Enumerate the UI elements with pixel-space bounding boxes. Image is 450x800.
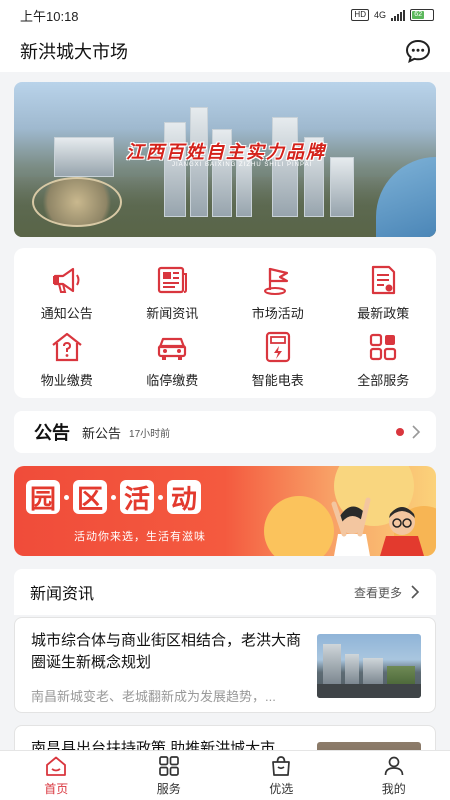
activity-title-char: 区	[73, 480, 107, 514]
news-thumbnail	[317, 634, 421, 698]
banner-tower	[330, 157, 354, 217]
service-notices[interactable]: 通知公告	[14, 258, 120, 325]
tab-label: 优选	[269, 782, 294, 796]
unread-dot	[396, 428, 404, 436]
service-activities[interactable]: 市场活动	[225, 258, 331, 325]
hd-icon: HD	[351, 9, 369, 21]
activity-title-char: 园	[26, 480, 60, 514]
news-section-title: 新闻资讯	[30, 586, 95, 603]
service-label: 物业缴费	[40, 372, 93, 388]
view-more-link[interactable]: 查看更多	[354, 584, 402, 601]
user-icon	[384, 756, 404, 776]
service-parking-fee[interactable]: 临停缴费	[120, 325, 226, 392]
title-separator	[64, 494, 69, 500]
activity-subline: 活动你来选，生活有滋味	[74, 531, 206, 543]
banner-plaza	[32, 177, 122, 227]
cheering-people-illustration	[331, 497, 424, 556]
battery-level: 62	[412, 11, 425, 19]
thumb-building	[323, 644, 341, 684]
chevron-right-icon[interactable]	[410, 585, 420, 599]
tab-label: 首页	[44, 782, 69, 796]
activity-banner[interactable]: 园 区 活 动 活动你来选，生活有滋味	[14, 466, 436, 556]
app-header: 新洪城大市场	[0, 30, 450, 72]
newspaper-icon	[158, 266, 188, 293]
status-time: 上午10:18	[20, 8, 79, 24]
news-item-text: 城市综合体与商业街区相结合，老洪大商圈诞生新概念规划 南昌新城变老、老城翻新成为…	[31, 630, 317, 704]
service-label: 通知公告	[40, 305, 93, 321]
grid-icon	[370, 333, 397, 360]
activity-title-char: 动	[167, 480, 201, 514]
thumb-building	[345, 654, 359, 684]
news-summary: 南昌新城变老、老城翻新成为发展趋势，...	[31, 689, 276, 704]
car-icon	[158, 337, 187, 360]
service-label: 临停缴费	[146, 372, 199, 388]
banner-building	[54, 137, 114, 177]
service-news[interactable]: 新闻资讯	[120, 258, 226, 325]
status-icons: HD 4G 62	[351, 9, 434, 21]
notice-tag: 公告	[34, 423, 70, 443]
thumb-building	[363, 658, 383, 684]
thumb-trees	[387, 666, 415, 684]
service-label: 智能电表	[251, 372, 304, 388]
tab-services[interactable]: 服务	[113, 751, 226, 800]
news-section-header: 新闻资讯 查看更多	[14, 569, 436, 615]
service-label: 最新政策	[357, 305, 410, 321]
tab-profile[interactable]: 我的	[338, 751, 450, 800]
thumb-road	[317, 684, 421, 698]
title-separator	[111, 494, 116, 500]
battery-icon: 62	[410, 9, 434, 21]
tab-label: 我的	[381, 782, 406, 796]
activity-title: 园 区 活 动	[26, 480, 201, 514]
service-all[interactable]: 全部服务	[331, 325, 437, 392]
notice-text: 新公告	[82, 425, 122, 441]
status-bar: 上午10:18 HD 4G 62	[0, 0, 450, 30]
service-grid: 通知公告 新闻资讯 市场活动 最新政策 物业缴费 临停缴费 智能电表 全部服务	[14, 248, 436, 398]
title-separator	[158, 494, 163, 500]
shopping-bag-icon	[272, 756, 291, 776]
banner-river	[376, 157, 436, 237]
service-policy[interactable]: 最新政策	[331, 258, 437, 325]
chevron-right-icon[interactable]	[410, 425, 422, 439]
home-icon	[46, 756, 67, 776]
megaphone-icon	[52, 267, 80, 293]
page-title: 新洪城大市场	[20, 42, 128, 62]
service-property-fee[interactable]: 物业缴费	[14, 325, 120, 392]
electric-meter-icon	[265, 331, 290, 362]
document-icon	[372, 265, 396, 294]
chat-bubble-icon[interactable]	[404, 37, 432, 65]
service-smart-meter[interactable]: 智能电表	[225, 325, 331, 392]
house-question-icon	[52, 332, 82, 361]
banner-tower	[164, 122, 186, 217]
signal-icon	[391, 9, 405, 21]
bottom-tab-bar: 首页 服务 优选 我的	[0, 750, 450, 800]
service-label: 市场活动	[251, 305, 304, 321]
flag-icon	[263, 267, 288, 295]
banner-slogan-sub: JIANGXI BAIXING ZIZHU SHILI PINPAI	[172, 162, 313, 168]
service-label: 新闻资讯	[146, 305, 199, 321]
news-headline: 城市综合体与商业街区相结合，老洪大商圈诞生新概念规划	[31, 632, 302, 671]
banner-slogan: 江西百姓自主实力品牌	[126, 142, 326, 163]
service-label: 全部服务	[357, 372, 410, 388]
network-label: 4G	[373, 10, 386, 20]
tab-featured[interactable]: 优选	[225, 751, 338, 800]
hero-banner[interactable]: 江西百姓自主实力品牌 JIANGXI BAIXING ZIZHU SHILI P…	[14, 82, 436, 237]
tab-label: 服务	[156, 782, 181, 796]
notice-time: 17小时前	[129, 428, 171, 440]
tab-home[interactable]: 首页	[0, 751, 113, 800]
services-grid-icon	[158, 756, 179, 776]
notice-bar[interactable]: 公告 新公告 17小时前	[14, 411, 436, 453]
news-item[interactable]: 城市综合体与商业街区相结合，老洪大商圈诞生新概念规划 南昌新城变老、老城翻新成为…	[14, 617, 436, 713]
activity-title-char: 活	[120, 480, 154, 514]
